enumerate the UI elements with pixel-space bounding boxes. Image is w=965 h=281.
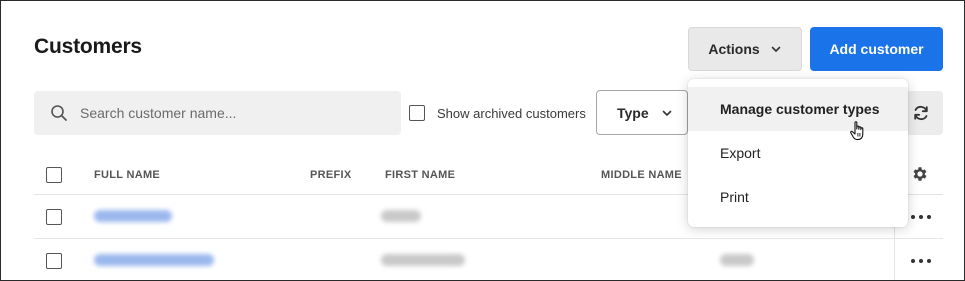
first-name-cell: [381, 254, 465, 266]
search-input[interactable]: [80, 105, 380, 121]
search-box: [34, 91, 401, 135]
add-customer-button[interactable]: Add customer: [810, 27, 943, 71]
column-first-name[interactable]: FIRST NAME: [385, 169, 455, 181]
middle-name-cell: [720, 254, 754, 266]
chevron-down-icon: [662, 110, 671, 116]
add-customer-label: Add customer: [829, 41, 924, 57]
actions-button[interactable]: Actions: [688, 27, 802, 71]
table-row[interactable]: [34, 239, 943, 280]
actions-dropdown-menu: Manage customer types Export Print: [688, 79, 908, 227]
row-checkbox[interactable]: [46, 209, 62, 225]
more-horizontal-icon[interactable]: [911, 259, 931, 263]
actions-button-label: Actions: [708, 41, 760, 57]
page-title: Customers: [34, 35, 142, 58]
menu-item-export[interactable]: Export: [688, 131, 908, 175]
show-archived-checkbox[interactable]: [409, 105, 425, 121]
show-archived-toggle: Show archived customers: [409, 105, 586, 121]
more-horizontal-icon[interactable]: [911, 215, 931, 219]
chevron-down-icon: [771, 46, 780, 52]
select-all-checkbox[interactable]: [46, 167, 62, 183]
first-name-cell: [381, 210, 421, 222]
column-full-name[interactable]: FULL NAME: [94, 169, 160, 181]
customer-name-link[interactable]: [94, 210, 172, 222]
search-icon: [51, 105, 67, 121]
column-prefix[interactable]: PREFIX: [310, 169, 352, 181]
type-filter-select[interactable]: Type: [596, 90, 688, 135]
row-checkbox[interactable]: [46, 253, 62, 269]
menu-item-print[interactable]: Print: [688, 175, 908, 219]
refresh-icon: [913, 105, 928, 121]
column-middle-name[interactable]: MIDDLE NAME: [601, 169, 682, 181]
customers-page: Customers Actions Add customer Show arch…: [0, 0, 965, 281]
type-filter-label: Type: [617, 104, 649, 121]
gear-icon[interactable]: [911, 165, 929, 183]
hand-pointer-icon: [850, 121, 864, 141]
customer-name-link[interactable]: [94, 254, 214, 266]
menu-item-manage-customer-types[interactable]: Manage customer types: [688, 87, 908, 131]
show-archived-label: Show archived customers: [437, 105, 586, 121]
